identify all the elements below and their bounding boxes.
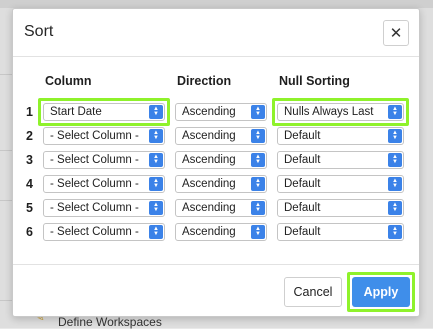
chevron-updown-icon: ▲ ▼: [251, 153, 265, 167]
direction-select-2[interactable]: Ascending ▲ ▼: [175, 127, 267, 145]
background-divider: [0, 200, 12, 201]
null-sorting-select-5[interactable]: Default ▲ ▼: [277, 199, 404, 217]
row-number: 4: [26, 177, 33, 191]
cancel-button[interactable]: Cancel: [284, 277, 342, 307]
chevron-updown-icon: ▲ ▼: [149, 225, 163, 239]
dialog-footer: Cancel Apply: [13, 264, 419, 318]
chevron-updown-icon: ▲ ▼: [388, 153, 402, 167]
chevron-updown-icon: ▲ ▼: [149, 201, 163, 215]
null-sorting-select-4[interactable]: Default ▲ ▼: [277, 175, 404, 193]
null-sorting-select-value: Default: [284, 130, 321, 142]
highlight-column-select: [38, 98, 170, 126]
column-header-null-sorting: Null Sorting: [279, 74, 350, 88]
direction-select-1[interactable]: Ascending ▲ ▼: [175, 103, 267, 121]
background-top-bar: [0, 0, 433, 8]
chevron-updown-icon: ▲ ▼: [149, 177, 163, 191]
column-select-value: - Select Column -: [50, 130, 139, 142]
column-select-value: - Select Column -: [50, 154, 139, 166]
column-select-value: - Select Column -: [50, 178, 139, 190]
row-number: 3: [26, 153, 33, 167]
chevron-updown-icon: ▲ ▼: [388, 225, 402, 239]
row-number: 5: [26, 201, 33, 215]
direction-select-4[interactable]: Ascending ▲ ▼: [175, 175, 267, 193]
column-header-direction: Direction: [177, 74, 232, 88]
sort-dialog: Sort ✕ Column Direction Null Sorting 1 S…: [12, 8, 420, 317]
chevron-updown-icon: ▲ ▼: [388, 201, 402, 215]
row-number: 6: [26, 225, 33, 239]
column-select-value: - Select Column -: [50, 202, 139, 214]
direction-select-3[interactable]: Ascending ▲ ▼: [175, 151, 267, 169]
chevron-updown-icon: ▲ ▼: [251, 177, 265, 191]
null-sorting-select-value: Default: [284, 178, 321, 190]
null-sorting-select-6[interactable]: Default ▲ ▼: [277, 223, 404, 241]
close-button[interactable]: ✕: [383, 20, 409, 46]
chevron-updown-icon: ▲ ▼: [251, 225, 265, 239]
background-divider: [0, 150, 12, 151]
background-divider: [0, 300, 12, 301]
chevron-updown-icon: ▲ ▼: [388, 129, 402, 143]
column-select-value: - Select Column -: [50, 226, 139, 238]
column-select-5[interactable]: - Select Column - ▲ ▼: [43, 199, 165, 217]
chevron-updown-icon: ▲ ▼: [251, 129, 265, 143]
column-select-6[interactable]: - Select Column - ▲ ▼: [43, 223, 165, 241]
chevron-updown-icon: ▲ ▼: [149, 153, 163, 167]
dialog-header: Sort ✕: [13, 9, 419, 57]
highlight-null-sorting-select: [272, 98, 409, 126]
background-divider: [0, 74, 12, 75]
column-header-column: Column: [45, 74, 92, 88]
chevron-updown-icon: ▲ ▼: [251, 105, 265, 119]
apply-button[interactable]: Apply: [352, 277, 410, 307]
direction-select-5[interactable]: Ascending ▲ ▼: [175, 199, 267, 217]
chevron-updown-icon: ▲ ▼: [251, 201, 265, 215]
chevron-updown-icon: ▲ ▼: [388, 177, 402, 191]
null-sorting-select-3[interactable]: Default ▲ ▼: [277, 151, 404, 169]
direction-select-6[interactable]: Ascending ▲ ▼: [175, 223, 267, 241]
row-number: 2: [26, 129, 33, 143]
dialog-title: Sort: [24, 23, 54, 40]
column-select-3[interactable]: - Select Column - ▲ ▼: [43, 151, 165, 169]
row-number: 1: [26, 105, 33, 119]
null-sorting-select-value: Default: [284, 154, 321, 166]
chevron-updown-icon: ▲ ▼: [149, 129, 163, 143]
column-select-4[interactable]: - Select Column - ▲ ▼: [43, 175, 165, 193]
column-select-2[interactable]: - Select Column - ▲ ▼: [43, 127, 165, 145]
null-sorting-select-value: Default: [284, 226, 321, 238]
null-sorting-select-2[interactable]: Default ▲ ▼: [277, 127, 404, 145]
null-sorting-select-value: Default: [284, 202, 321, 214]
close-icon: ✕: [389, 24, 403, 42]
